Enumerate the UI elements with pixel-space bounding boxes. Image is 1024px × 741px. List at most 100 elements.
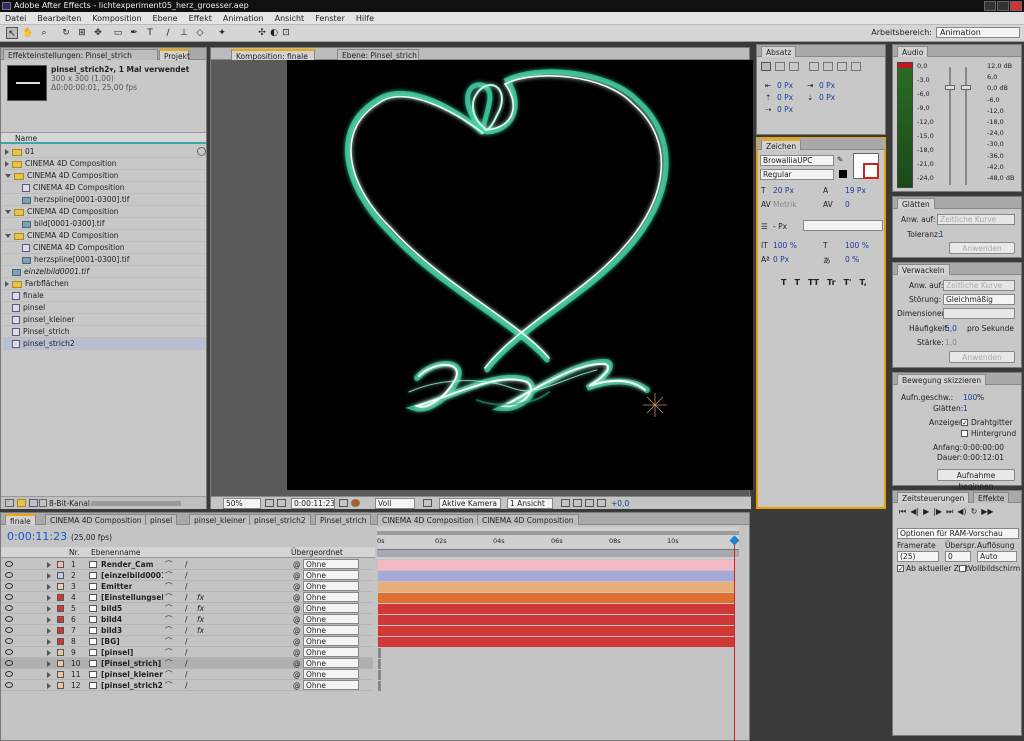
- project-item[interactable]: CINEMA 4D Composition: [3, 182, 206, 194]
- region-of-interest-icon[interactable]: [423, 499, 432, 507]
- right-volume-handle[interactable]: [961, 85, 971, 90]
- align-left-icon[interactable]: [761, 62, 771, 71]
- project-item[interactable]: Pinsel_strich: [3, 326, 206, 338]
- subscript-button[interactable]: T,: [859, 278, 866, 287]
- justify-center-icon[interactable]: [823, 62, 833, 71]
- project-item[interactable]: CINEMA 4D Composition: [3, 242, 206, 254]
- new-composition-icon[interactable]: [29, 499, 38, 507]
- menu-komposition[interactable]: Komposition: [92, 12, 141, 24]
- indent-left-field[interactable]: 0 Px: [777, 81, 793, 90]
- workspace-select[interactable]: Animation: [936, 27, 1020, 38]
- loop-icon[interactable]: ↻: [971, 507, 978, 517]
- wiggle-apply-to-select[interactable]: Zeitliche Kurve: [943, 280, 1015, 291]
- dimensions-select[interactable]: [943, 308, 1015, 319]
- first-frame-icon[interactable]: ⏮: [899, 507, 906, 517]
- flowchart-view-icon[interactable]: [585, 499, 594, 507]
- project-item[interactable]: herzspline[0001-0300].tif: [3, 194, 206, 206]
- snapshot-icon[interactable]: [277, 499, 286, 507]
- current-time-field[interactable]: 0:00:11:23: [291, 498, 335, 509]
- tab-absatz[interactable]: Absatz: [761, 46, 797, 57]
- start-capture-button[interactable]: Aufnahme beginnen: [937, 469, 1015, 491]
- audio-toggle-icon[interactable]: ◀): [957, 507, 966, 517]
- project-item[interactable]: finale: [3, 290, 206, 302]
- clone-stamp-tool-icon[interactable]: ⊥: [178, 27, 190, 39]
- vertical-scale-field[interactable]: 100 %: [773, 241, 797, 250]
- eraser-tool-icon[interactable]: ◇: [194, 27, 206, 39]
- layer-duration-bar[interactable]: [378, 648, 381, 658]
- column-name[interactable]: Name: [15, 134, 37, 143]
- play-icon[interactable]: ▶: [923, 507, 929, 517]
- last-frame-icon[interactable]: ⏭: [946, 507, 953, 517]
- bit-depth-label[interactable]: 8-Bit-Kanal: [49, 499, 90, 508]
- puppet-pin-tool-icon[interactable]: ✦: [216, 27, 228, 39]
- pan-behind-tool-icon[interactable]: ✥: [92, 27, 104, 39]
- project-item[interactable]: Farbflächen: [3, 278, 206, 290]
- exposure-value[interactable]: +0,0: [611, 499, 629, 508]
- horizontal-scale-field[interactable]: 100 %: [845, 241, 869, 250]
- expand-toggle-icon[interactable]: [5, 174, 11, 178]
- timeline-current-time[interactable]: 0:00:11:23: [7, 530, 67, 543]
- layer-duration-bar[interactable]: [378, 582, 735, 592]
- expand-toggle-icon[interactable]: [5, 234, 11, 238]
- align-right-icon[interactable]: [789, 62, 799, 71]
- sketch-smoothing-value[interactable]: 1: [963, 404, 968, 413]
- layer-duration-bar[interactable]: [378, 604, 735, 614]
- menu-hilfe[interactable]: Hilfe: [356, 12, 374, 24]
- tab-effect-controls[interactable]: Effekteinstellungen: Pinsel_strich: [3, 49, 158, 60]
- layer-duration-bar[interactable]: [378, 659, 381, 669]
- expand-toggle-icon[interactable]: [5, 149, 9, 155]
- tolerance-value[interactable]: 1: [939, 230, 944, 239]
- resolution-select[interactable]: Voll: [375, 498, 415, 509]
- project-item[interactable]: 01: [3, 146, 206, 158]
- font-size-field[interactable]: 20 Px: [773, 186, 794, 195]
- tab-project[interactable]: Projekt: [159, 49, 190, 61]
- justify-right-icon[interactable]: [837, 62, 847, 71]
- align-center-icon[interactable]: [775, 62, 785, 71]
- project-item[interactable]: einzelbild0001.tif: [3, 266, 206, 278]
- superscript-button[interactable]: T': [844, 278, 852, 287]
- menu-datei[interactable]: Datei: [5, 12, 26, 24]
- tsume-field[interactable]: 0 %: [845, 255, 859, 264]
- trash-icon[interactable]: [39, 499, 47, 507]
- tab-zeitsteuerungen[interactable]: Zeitsteuerungen: [897, 492, 970, 503]
- resolution-select-ram[interactable]: Auto: [977, 551, 1017, 562]
- layer-duration-bar[interactable]: [378, 560, 735, 570]
- project-item[interactable]: pinsel: [3, 302, 206, 314]
- zoom-tool-icon[interactable]: ⌕: [38, 27, 50, 39]
- leading-field[interactable]: 19 Px: [845, 186, 866, 195]
- menu-fenster[interactable]: Fenster: [315, 12, 345, 24]
- brush-tool-icon[interactable]: ∕: [162, 27, 174, 39]
- time-ruler[interactable]: 0s 02s 04s 06s 08s 10s: [377, 527, 739, 559]
- expand-toggle-icon[interactable]: [5, 210, 11, 214]
- kerning-field[interactable]: Metrik: [773, 200, 797, 209]
- glaetten-apply-button[interactable]: Anwenden: [949, 242, 1015, 254]
- expand-toggle-icon[interactable]: [5, 161, 9, 167]
- current-time-indicator[interactable]: [734, 541, 735, 741]
- camera-snapshot-icon[interactable]: [339, 499, 348, 507]
- project-item[interactable]: bild[0001-0300].tif: [3, 218, 206, 230]
- tab-glaetten[interactable]: Glätten: [897, 198, 935, 209]
- new-folder-icon[interactable]: [17, 499, 26, 507]
- small-caps-button[interactable]: Tr: [827, 278, 836, 287]
- baseline-shift-field[interactable]: 0 Px: [773, 255, 789, 264]
- menu-bearbeiten[interactable]: Bearbeiten: [37, 12, 81, 24]
- framerate-select[interactable]: (25): [897, 551, 939, 562]
- timeline-tab[interactable]: pinsel_strich2: [249, 514, 311, 525]
- menu-ansicht[interactable]: Ansicht: [275, 12, 305, 24]
- project-item[interactable]: CINEMA 4D Composition: [3, 170, 206, 182]
- timeline-tab[interactable]: CINEMA 4D Composition: [477, 514, 579, 525]
- project-item[interactable]: CINEMA 4D Composition: [3, 158, 206, 170]
- justify-all-icon[interactable]: [851, 62, 861, 71]
- left-volume-handle[interactable]: [945, 85, 955, 90]
- stroke-type-select[interactable]: [803, 220, 883, 231]
- layer-duration-bar[interactable]: [378, 670, 381, 680]
- timeline-tab[interactable]: CINEMA 4D Composition: [45, 514, 147, 525]
- indent-right-field[interactable]: 0 Px: [819, 81, 835, 90]
- selection-tool-icon[interactable]: ↖: [6, 27, 18, 39]
- ram-preview-icon[interactable]: ▶▶: [981, 507, 993, 517]
- project-item[interactable]: pinsel_kleiner: [3, 314, 206, 326]
- font-style-select[interactable]: Regular: [760, 169, 834, 180]
- tab-layer-pinsel-strich[interactable]: Ebene: Pinsel_strich: [337, 49, 419, 60]
- noise-type-select[interactable]: Gleichmäßig: [943, 294, 1015, 305]
- camera-tool-icon[interactable]: ⊞: [76, 27, 88, 39]
